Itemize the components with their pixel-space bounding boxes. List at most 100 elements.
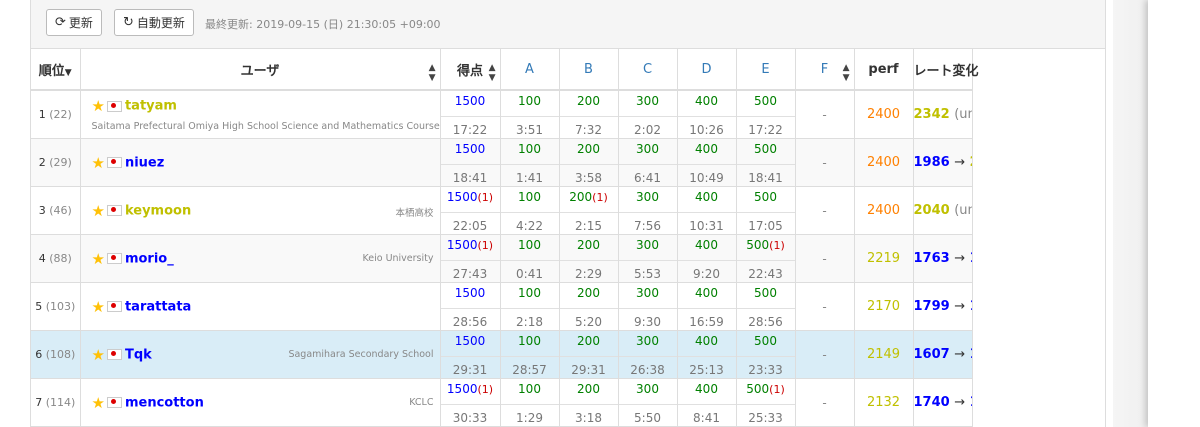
problem-cell: 100 2:18 — [500, 282, 560, 331]
username-link[interactable]: niuez — [125, 155, 164, 170]
table-row: 5 (103) ★ tarattata 1500 28:56 100 2:18 200 5:… — [31, 282, 1105, 331]
japan-flag-icon — [106, 100, 122, 112]
username-link[interactable]: morio_ — [125, 251, 174, 266]
problem-d-header[interactable]: D — [677, 49, 737, 91]
rate-change-cell: 1740 → 1786 (+46) — [913, 378, 973, 427]
user-cell: ★ niuez — [80, 138, 441, 187]
table-row: 3 (46) ★ keymoon 本栖高校 1500(1) 22:05 100 4:22… — [31, 186, 1105, 235]
problem-cell: 100 4:22 — [500, 186, 560, 235]
problem-cell: 500 17:05 — [736, 186, 796, 235]
perf-cell: 2149 — [854, 330, 914, 379]
rank-cell: 7 (114) — [31, 378, 81, 427]
problem-cell: 300 7:56 — [618, 186, 678, 235]
username-link[interactable]: Tqk — [125, 347, 152, 362]
side-card — [1148, 0, 1200, 427]
affiliation-text: Sagamihara Secondary School — [288, 349, 434, 360]
rank-cell: 4 (88) — [31, 234, 81, 283]
problem-cell: 400 8:41 — [677, 378, 737, 427]
score-cell: 1500 17:22 — [440, 90, 501, 139]
problem-cell: 400 10:26 — [677, 90, 737, 139]
problem-f-header[interactable]: F ▲ ▼ — [795, 49, 855, 91]
refresh-icon: ⟳ — [55, 15, 66, 30]
star-icon: ★ — [91, 201, 105, 220]
rank-cell: 6 (108) — [31, 330, 81, 379]
perf-cell: 2400 — [854, 186, 914, 235]
sort-icon: ▲ ▼ — [428, 63, 436, 83]
username-link[interactable]: tarattata — [125, 299, 191, 314]
problem-cell: 200 3:18 — [559, 378, 619, 427]
standings-rows: 1 (22) ★ tatyam Saitama Prefectural Omiya… — [31, 90, 1105, 427]
rate-change-cell: 1763 → 1818 (+55) — [913, 234, 973, 283]
perf-header: perf — [854, 49, 914, 91]
japan-flag-icon — [106, 253, 122, 264]
problem-cell: - — [795, 282, 855, 331]
auto-refresh-icon: ↻ — [123, 15, 134, 30]
problem-cell: - — [795, 186, 855, 235]
rank-cell: 5 (103) — [31, 282, 81, 331]
problem-b-header[interactable]: B — [559, 49, 619, 91]
username-link[interactable]: keymoon — [125, 203, 191, 218]
problem-cell: 500 28:56 — [736, 282, 796, 331]
user-cell: ★ keymoon 本栖高校 — [80, 186, 441, 235]
problem-cell: 100 3:51 — [500, 90, 560, 139]
problem-cell: 500(1) 25:33 — [736, 378, 796, 427]
perf-cell: 2132 — [854, 378, 914, 427]
japan-flag-icon — [106, 205, 122, 216]
affiliation-text: Saitama Prefectural Omiya High School Sc… — [91, 121, 440, 132]
user-header[interactable]: ユーザ ▲ ▼ — [80, 49, 441, 91]
japan-flag-icon — [106, 349, 122, 360]
score-header[interactable]: 得点 ▲ ▼ — [440, 49, 501, 91]
username-link[interactable]: mencotton — [125, 395, 204, 410]
problem-c-header[interactable]: C — [618, 49, 678, 91]
problem-cell: 100 0:41 — [500, 234, 560, 283]
rank-header[interactable]: 順位▼ — [31, 49, 81, 91]
username-link[interactable]: tatyam — [125, 99, 177, 114]
score-cell: 1500 29:31 — [440, 330, 501, 379]
user-cell: ★ Tqk Sagamihara Secondary School — [80, 330, 441, 379]
problem-cell: 300 6:41 — [618, 138, 678, 187]
user-cell: ★ mencotton KCLC — [80, 378, 441, 427]
problem-a-header[interactable]: A — [500, 49, 560, 91]
standings-panel: ⟳ 更新 ↻ 自動更新 最終更新: 2019-09-15 (日) 21:30:0… — [30, 0, 1106, 427]
perf-cell: 2170 — [854, 282, 914, 331]
perf-cell: 2400 — [854, 90, 914, 139]
problem-cell: - — [795, 234, 855, 283]
rate-change-cell: 1607 → 1674 (+67) — [913, 330, 973, 379]
rate-change-cell: 1986 → 2035 (+49) — [913, 138, 973, 187]
star-icon: ★ — [91, 345, 105, 364]
problem-cell: - — [795, 90, 855, 139]
star-icon: ★ — [91, 249, 105, 268]
auto-refresh-button[interactable]: ↻ 自動更新 — [114, 9, 194, 36]
sort-desc-icon: ▼ — [64, 67, 72, 78]
star-icon: ★ — [91, 393, 105, 412]
problem-cell: 100 1:29 — [500, 378, 560, 427]
problem-e-header[interactable]: E — [736, 49, 796, 91]
last-updated-text: 最終更新: 2019-09-15 (日) 21:30:05 +09:00 — [205, 18, 441, 31]
affiliation-text: Keio University — [362, 253, 434, 264]
japan-flag-icon — [106, 397, 122, 408]
score-cell: 1500 28:56 — [440, 282, 501, 331]
problem-cell: 200 29:31 — [559, 330, 619, 379]
japan-flag-icon — [106, 157, 122, 168]
japan-flag-icon — [106, 301, 122, 312]
rate-change-cell: 1799 → 1843 (+44) — [913, 282, 973, 331]
perf-cell: 2219 — [854, 234, 914, 283]
score-cell: 1500(1) 27:43 — [440, 234, 501, 283]
problem-cell: 400 10:31 — [677, 186, 737, 235]
perf-cell: 2400 — [854, 138, 914, 187]
sort-icon: ▲ ▼ — [488, 63, 496, 83]
score-cell: 1500(1) 30:33 — [440, 378, 501, 427]
problem-cell: 500 18:41 — [736, 138, 796, 187]
table-row: 4 (88) ★ morio_ Keio University 1500(1) 27… — [31, 234, 1105, 283]
rate-change-cell: 2342 (unrated) — [913, 90, 973, 139]
refresh-button[interactable]: ⟳ 更新 — [46, 9, 102, 36]
table-row: 6 (108) ★ Tqk Sagamihara Secondary School… — [31, 330, 1105, 379]
table-row: 2 (29) ★ niuez 1500 18:41 100 1:41 200 3:58 300… — [31, 138, 1105, 187]
problem-cell: 400 25:13 — [677, 330, 737, 379]
star-icon: ★ — [91, 153, 105, 172]
problem-cell: 200 3:58 — [559, 138, 619, 187]
table-row: 1 (22) ★ tatyam Saitama Prefectural Omiya… — [31, 90, 1105, 139]
star-icon: ★ — [91, 297, 105, 316]
table-header-row: 順位▼ ユーザ ▲ ▼ 得点 ▲ ▼ A B C D E F ▲ ▼ perf レート変化 — [31, 49, 1105, 91]
problem-cell: 500 17:22 — [736, 90, 796, 139]
